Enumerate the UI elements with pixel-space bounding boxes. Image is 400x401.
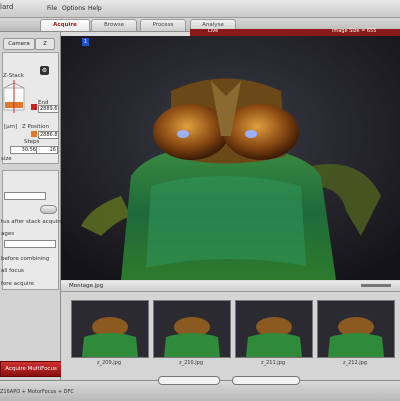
live-label: Live (208, 28, 219, 34)
menu-file[interactable]: File (47, 5, 57, 12)
bottom-slider-right[interactable] (232, 376, 300, 385)
menu-help[interactable]: Help (88, 5, 102, 12)
window-title: lard (0, 3, 14, 11)
z-position-label: Z Position (22, 124, 49, 130)
z-position-marker-icon (31, 131, 37, 137)
montage-title: Montage.jpg (69, 283, 104, 289)
image-size-label: Image Size = 655 (332, 28, 377, 34)
beetle-specimen-image (61, 36, 400, 280)
stages-input[interactable] (4, 240, 56, 248)
thumbnail-4[interactable] (317, 300, 395, 358)
tab-acquire[interactable]: Acquire (40, 19, 90, 31)
z-position-field[interactable]: 2886.8 (38, 131, 59, 139)
menu-options[interactable]: Options (62, 5, 85, 12)
thumbnail-2[interactable] (153, 300, 231, 358)
subtab-camera[interactable]: Camera (3, 38, 35, 50)
after-stack-label: tus after stack acquire (1, 219, 63, 225)
before-acquire-label: fore acquire (1, 281, 34, 287)
end-position-field[interactable]: 2889.6 (38, 105, 59, 113)
montage-header: Montage.jpg (61, 281, 400, 292)
thumbnail-1[interactable] (71, 300, 149, 358)
option-input[interactable] (4, 192, 46, 200)
thumbnail-3[interactable] (235, 300, 313, 358)
thumbnail-2-label: z_210.jpg (179, 360, 203, 366)
size-label: size (1, 156, 12, 162)
subtab-z[interactable]: Z (35, 38, 55, 50)
tab-process[interactable]: Process (140, 19, 186, 31)
stages-label: ages (1, 231, 15, 237)
tab-browse[interactable]: Browse (91, 19, 137, 31)
settings-icon[interactable]: ⚙ (40, 66, 49, 75)
option-button[interactable] (40, 205, 57, 214)
live-image-viewer[interactable] (61, 36, 400, 280)
thumbnail-1-label: z_209.jpg (97, 360, 121, 366)
montage-zoom-slider[interactable] (361, 284, 391, 287)
steps-count-field[interactable]: 16 (36, 146, 58, 154)
combining-label: before combining (1, 256, 50, 262)
end-marker-icon (31, 104, 37, 110)
thumbnail-4-label: z_212.jpg (343, 360, 367, 366)
bottom-slider-left[interactable] (158, 376, 220, 385)
z-stack-diagram-icon (3, 80, 25, 113)
channel-badge[interactable]: 1 (82, 38, 89, 46)
status-text: Z16APO + MotorFocus + DFC (0, 389, 74, 395)
steps-label: Steps (24, 139, 40, 145)
acquire-multifocus-button[interactable]: Acquire MultiFocus (0, 361, 62, 377)
units-label: [µm] (4, 124, 18, 130)
all-focus-label: all focus (1, 268, 24, 274)
title-bar: lard File Options Help (0, 0, 400, 18)
steps-size-field[interactable]: 30.56 (10, 146, 38, 154)
z-stack-label: Z-Stack (3, 73, 24, 79)
thumbnail-3-label: z_211.jpg (261, 360, 285, 366)
